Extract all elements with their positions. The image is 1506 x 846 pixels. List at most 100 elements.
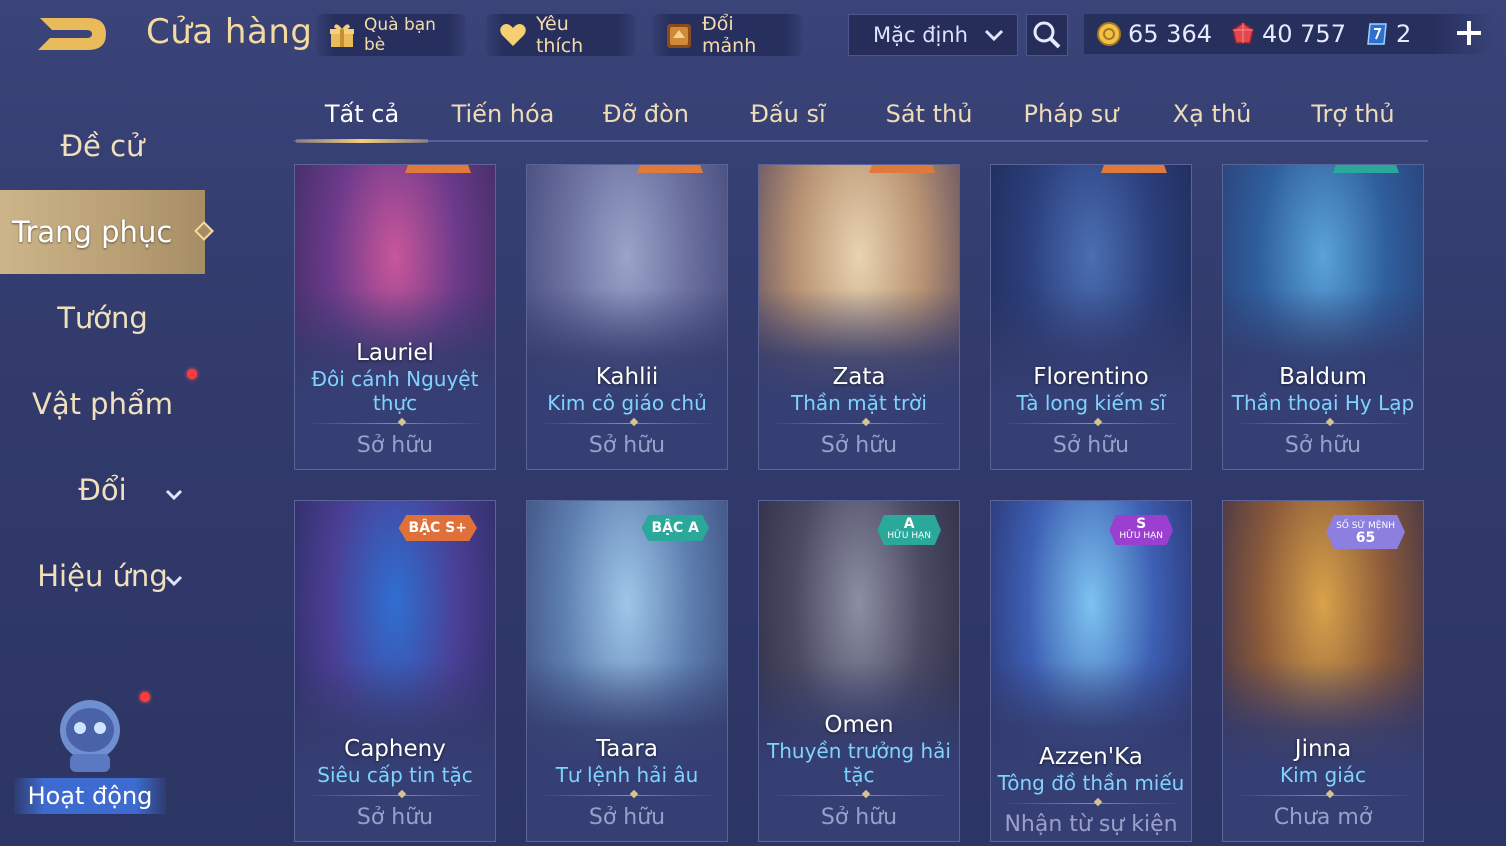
hero-name: Capheny bbox=[344, 736, 446, 762]
hero-name: Zata bbox=[832, 364, 886, 390]
ownership-status: Sở hữu bbox=[588, 433, 666, 458]
gem-value: 40 757 bbox=[1261, 20, 1346, 48]
tier-badge-icon bbox=[405, 165, 471, 173]
search-icon bbox=[1033, 21, 1061, 49]
tab-evolution[interactable]: Tiến hóa bbox=[430, 88, 576, 140]
exchange-fragments-label: Đổi mảnh bbox=[702, 13, 757, 57]
skin-name: Thần thoại Hy Lạp bbox=[1231, 391, 1415, 415]
divider bbox=[1001, 797, 1181, 811]
chevron-down-icon bbox=[163, 564, 185, 598]
skin-card[interactable]: Baldum Thần thoại Hy Lạp Sở hữu bbox=[1222, 164, 1424, 470]
skin-info: Jinna Kim giác Chưa mở bbox=[1223, 735, 1423, 841]
sidebar-item-skins[interactable]: Trang phục bbox=[0, 190, 214, 274]
sidebar-item-label: Tướng bbox=[57, 301, 148, 335]
skin-card[interactable]: BẬC A Taara Tư lệnh hải âu Sở hữu bbox=[526, 500, 728, 842]
tab-marksman[interactable]: Xạ thủ bbox=[1144, 88, 1280, 140]
tab-tank[interactable]: Đỡ đòn bbox=[576, 88, 716, 140]
hero-name: Azzen'Ka bbox=[1039, 744, 1143, 770]
skin-name: Kim giác bbox=[1279, 763, 1366, 787]
top-bar: Cửa hàng Quà bạn bè Yêu thích Đổi mảnh M… bbox=[0, 0, 1506, 70]
ownership-status: Sở hữu bbox=[1052, 433, 1130, 458]
chevron-down-icon bbox=[163, 478, 185, 512]
active-diamond-icon bbox=[194, 221, 214, 241]
ownership-status: Sở hữu bbox=[356, 433, 434, 458]
friend-gift-label: Quà bạn bè bbox=[364, 15, 436, 55]
tab-mage[interactable]: Pháp sư bbox=[998, 88, 1144, 140]
page-title: Cửa hàng bbox=[146, 12, 313, 52]
skin-info: Zata Thần mặt trời Sở hữu bbox=[759, 363, 959, 469]
gold-coin-icon bbox=[1096, 21, 1122, 47]
skin-card[interactable]: Zata Thần mặt trời Sở hữu bbox=[758, 164, 960, 470]
skin-card[interactable]: S HỮU HẠN Azzen'Ka Tông đồ thần miếu Nhậ… bbox=[990, 500, 1192, 842]
sidebar-item-effects[interactable]: Hiệu ứng bbox=[0, 534, 205, 618]
ownership-status: Sở hữu bbox=[1284, 433, 1362, 458]
skin-card[interactable]: Florentino Tà long kiếm sĩ Sở hữu bbox=[990, 164, 1192, 470]
tab-label: Trợ thủ bbox=[1311, 100, 1395, 128]
hero-name: Lauriel bbox=[356, 340, 434, 366]
hero-name: Florentino bbox=[1033, 364, 1149, 390]
sidebar-item-label: Đổi bbox=[78, 473, 127, 507]
skin-info: Omen Thuyền trưởng hải tặc Sở hữu bbox=[759, 711, 959, 841]
skin-name: Thuyền trưởng hải tặc bbox=[767, 739, 951, 787]
heart-icon bbox=[498, 20, 528, 50]
tab-assassin[interactable]: Sát thủ bbox=[860, 88, 998, 140]
divider bbox=[1233, 789, 1413, 803]
sidebar-item-recommended[interactable]: Đề cử bbox=[0, 104, 205, 188]
rank-sublabel: HỮU HẠN bbox=[1119, 531, 1163, 541]
favorites-label: Yêu thích bbox=[535, 13, 584, 57]
add-currency-button[interactable] bbox=[1454, 18, 1484, 48]
skin-card[interactable]: A HỮU HẠN Omen Thuyền trưởng hải tặc Sở … bbox=[758, 500, 960, 842]
ownership-status: Chưa mở bbox=[1273, 805, 1373, 830]
skin-card[interactable]: SỐ SỨ MỆNH 65 Jinna Kim giác Chưa mở bbox=[1222, 500, 1424, 842]
sidebar-item-exchange[interactable]: Đổi bbox=[0, 448, 205, 532]
divider bbox=[769, 789, 949, 803]
sidebar-item-label: Hiệu ứng bbox=[37, 559, 168, 593]
notification-dot bbox=[140, 692, 150, 702]
sidebar: Đề cử Trang phục Tướng Vật phẩm Đổi Hiệu… bbox=[0, 90, 214, 790]
tab-label: Sát thủ bbox=[885, 100, 973, 128]
skin-name: Tông đồ thần miếu bbox=[997, 771, 1185, 795]
category-tabs: Tất cả Tiến hóa Đỡ đòn Đấu sĩ Sát thủ Ph… bbox=[294, 88, 1428, 143]
skin-name: Siêu cấp tin tặc bbox=[317, 763, 473, 787]
search-button[interactable] bbox=[1026, 14, 1068, 56]
tab-label: Đỡ đòn bbox=[602, 100, 690, 128]
rank-badge: S HỮU HẠN bbox=[1109, 515, 1173, 545]
skin-card[interactable]: BẬC S+ Capheny Siêu cấp tin tặc Sở hữu bbox=[294, 500, 496, 842]
gold-value: 65 364 bbox=[1128, 20, 1212, 48]
tab-label: Tiến hóa bbox=[451, 100, 555, 128]
ownership-status: Nhận từ sự kiện bbox=[1004, 812, 1178, 837]
friend-gift-button[interactable]: Quà bạn bè bbox=[316, 14, 466, 56]
divider bbox=[769, 417, 949, 431]
fragment-chest-icon bbox=[664, 20, 694, 50]
tab-all[interactable]: Tất cả bbox=[294, 88, 430, 143]
exchange-fragments-button[interactable]: Đổi mảnh bbox=[652, 13, 802, 57]
favorites-button[interactable]: Yêu thích bbox=[486, 13, 636, 57]
skin-name: Kim cô giáo chủ bbox=[547, 391, 707, 415]
currency-bar: 65 364 40 757 2 bbox=[1084, 14, 1494, 54]
sidebar-item-items[interactable]: Vật phẩm bbox=[0, 362, 205, 446]
divider bbox=[537, 417, 717, 431]
rank-badge: BẬC S+ bbox=[398, 515, 477, 541]
sort-dropdown[interactable]: Mặc định bbox=[848, 14, 1018, 56]
sidebar-item-label: Vật phẩm bbox=[31, 387, 173, 421]
hero-name: Taara bbox=[596, 736, 658, 762]
activity-robot-icon bbox=[60, 700, 120, 772]
divider bbox=[1233, 417, 1413, 431]
tab-support[interactable]: Trợ thủ bbox=[1280, 88, 1426, 140]
skin-name: Đôi cánh Nguyệt thực bbox=[311, 367, 479, 415]
red-gem-icon bbox=[1230, 21, 1256, 47]
hero-name: Kahlii bbox=[595, 364, 659, 390]
back-button[interactable] bbox=[30, 10, 116, 58]
tab-fighter[interactable]: Đấu sĩ bbox=[716, 88, 860, 140]
skin-card[interactable]: Kahlii Kim cô giáo chủ Sở hữu bbox=[526, 164, 728, 470]
skin-info: Azzen'Ka Tông đồ thần miếu Nhận từ sự ki… bbox=[991, 743, 1191, 841]
tab-label: Pháp sư bbox=[1023, 100, 1119, 128]
skin-card[interactable]: Lauriel Đôi cánh Nguyệt thực Sở hữu bbox=[294, 164, 496, 470]
gold-balance: 65 364 bbox=[1096, 20, 1212, 48]
sidebar-item-label: Trang phục bbox=[12, 215, 173, 249]
sidebar-item-heroes[interactable]: Tướng bbox=[0, 276, 205, 360]
ownership-status: Sở hữu bbox=[820, 433, 898, 458]
skin-info: Kahlii Kim cô giáo chủ Sở hữu bbox=[527, 363, 727, 469]
activity-button[interactable]: Hoạt động bbox=[14, 690, 166, 814]
skin-info: Lauriel Đôi cánh Nguyệt thực Sở hữu bbox=[295, 339, 495, 469]
